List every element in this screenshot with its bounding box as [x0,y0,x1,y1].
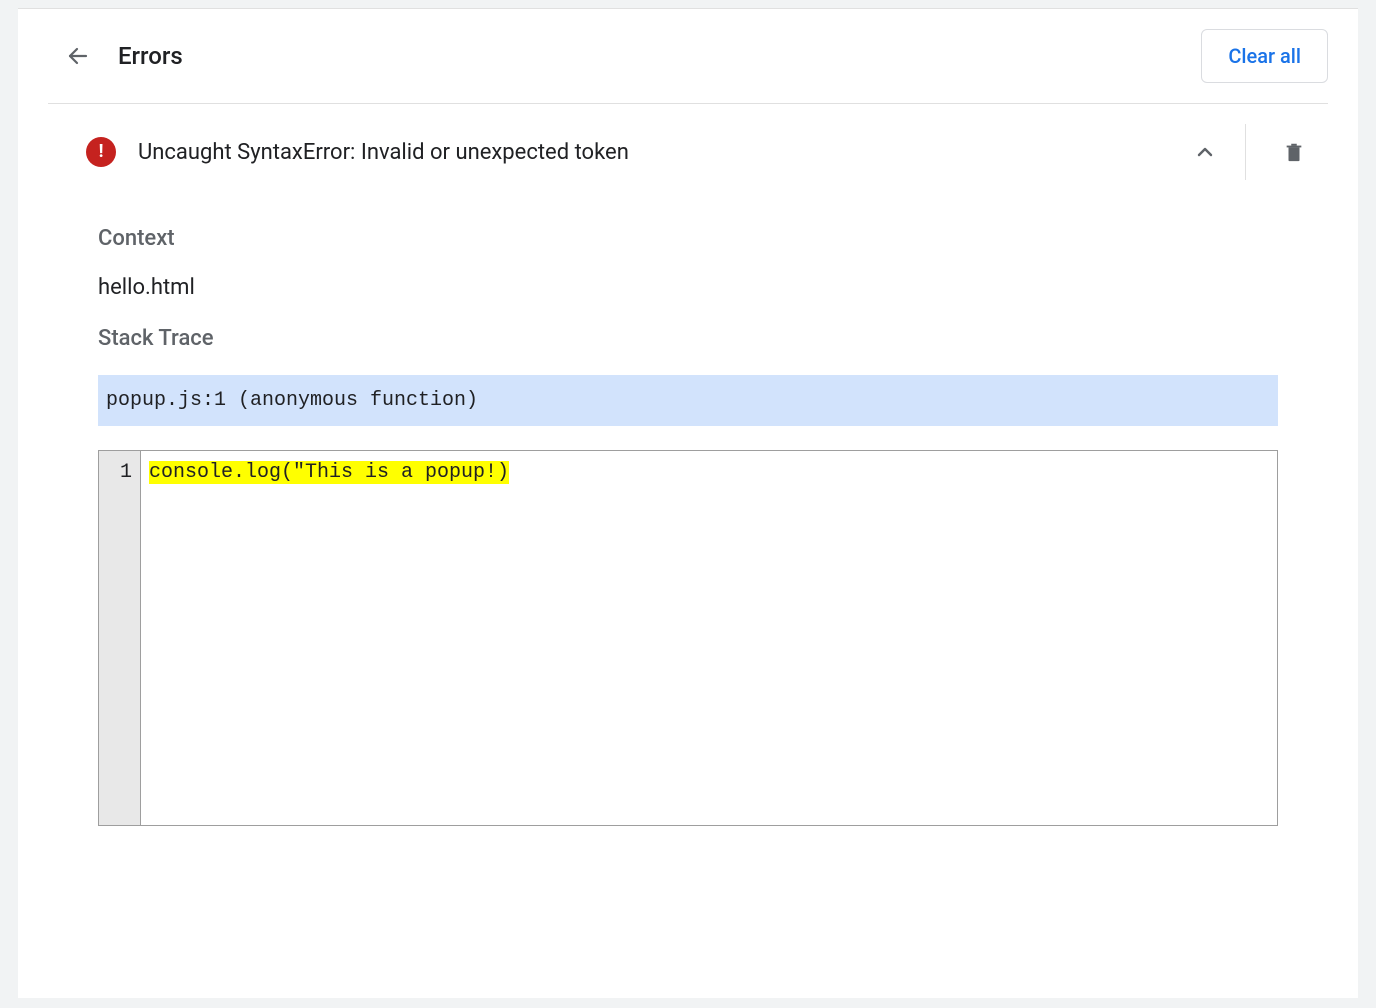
header: Errors Clear all [18,9,1358,103]
error-message: Uncaught SyntaxError: Invalid or unexpec… [138,140,1181,165]
code-viewer: 1 console.log("This is a popup!) [98,450,1278,826]
trash-icon [1283,141,1305,163]
error-details: Context hello.html Stack Trace popup.js:… [18,226,1358,826]
delete-error-button[interactable] [1270,128,1318,176]
code-body: console.log("This is a popup!) [141,451,1277,825]
chevron-up-icon [1193,140,1217,164]
back-button[interactable] [54,32,102,80]
collapse-button[interactable] [1181,128,1229,176]
error-icon: ! [86,137,116,167]
code-line-highlighted: console.log("This is a popup!) [149,461,509,484]
arrow-left-icon [66,44,90,68]
page-title: Errors [118,42,1201,70]
stack-trace-heading: Stack Trace [98,326,1278,351]
error-header-row: ! Uncaught SyntaxError: Invalid or unexp… [18,104,1358,200]
errors-panel: Errors Clear all ! Uncaught SyntaxError:… [18,8,1358,998]
code-gutter: 1 [99,451,141,825]
line-number: 1 [99,461,132,484]
stack-trace-entry[interactable]: popup.js:1 (anonymous function) [98,375,1278,426]
clear-all-button[interactable]: Clear all [1201,29,1328,83]
context-heading: Context [98,226,1278,251]
vertical-divider [1245,124,1246,180]
context-value: hello.html [98,275,1278,300]
